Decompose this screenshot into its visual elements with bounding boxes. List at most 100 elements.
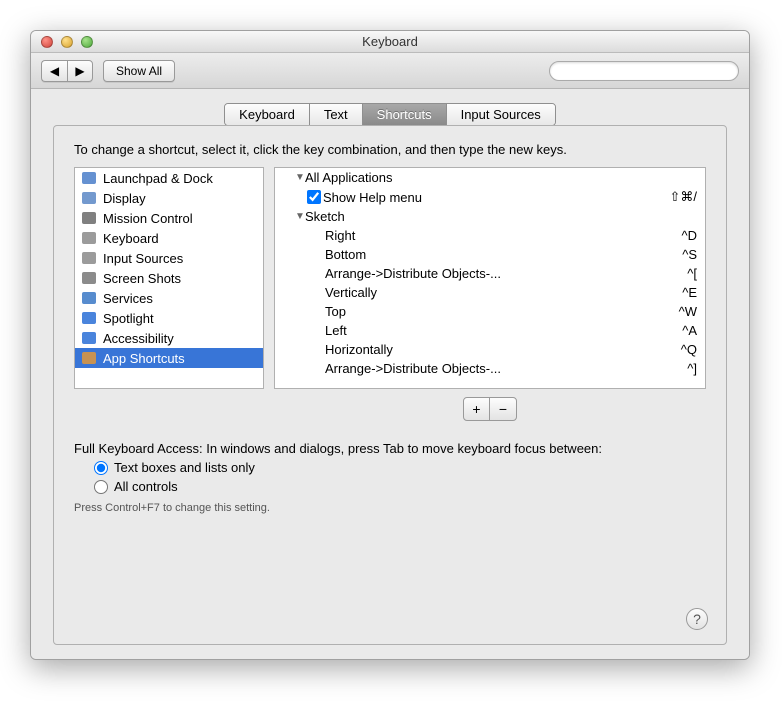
category-label: Input Sources — [103, 251, 183, 266]
shortcut-row[interactable]: Arrange->Distribute Objects-...^] — [275, 359, 705, 378]
shortcut-label: Arrange->Distribute Objects-... — [325, 361, 687, 376]
content-body: KeyboardTextShortcutsInput Sources To ch… — [31, 89, 749, 659]
access-heading: Full Keyboard Access: In windows and dia… — [74, 441, 706, 456]
category-screen-shots[interactable]: Screen Shots — [75, 268, 263, 288]
access-option-1[interactable]: All controls — [94, 479, 706, 494]
disclosure-triangle-icon[interactable]: ▼ — [295, 172, 305, 183]
services-icon — [81, 290, 97, 306]
category-services[interactable]: Services — [75, 288, 263, 308]
back-button[interactable]: ◀ — [41, 60, 67, 82]
enable-checkbox[interactable] — [307, 190, 321, 204]
shortcut-key[interactable]: ^E — [682, 285, 697, 300]
category-label: App Shortcuts — [103, 351, 185, 366]
shortcut-row[interactable]: Top^W — [275, 302, 705, 321]
shortcut-row[interactable]: Right^D — [275, 226, 705, 245]
group-label: Sketch — [305, 209, 697, 224]
access-radio[interactable] — [94, 480, 108, 494]
group-label: All Applications — [305, 170, 697, 185]
nav-group: ◀ ▶ — [41, 60, 93, 82]
back-icon: ◀ — [50, 64, 59, 78]
category-label: Spotlight — [103, 311, 154, 326]
tab-text[interactable]: Text — [310, 104, 363, 125]
group-all-applications[interactable]: ▼All Applications — [275, 168, 705, 187]
spotlight-icon — [81, 310, 97, 326]
category-label: Services — [103, 291, 153, 306]
add-remove-row: + − — [74, 397, 706, 421]
category-keyboard[interactable]: Keyboard — [75, 228, 263, 248]
shortcut-key[interactable]: ^[ — [687, 266, 697, 281]
shortcut-row[interactable]: Vertically^E — [275, 283, 705, 302]
access-option-label: All controls — [114, 479, 178, 494]
help-button[interactable]: ? — [686, 608, 708, 630]
window-title: Keyboard — [31, 34, 749, 49]
category-label: Display — [103, 191, 146, 206]
category-display[interactable]: Display — [75, 188, 263, 208]
shortcut-label: Vertically — [325, 285, 682, 300]
search-input[interactable] — [549, 61, 739, 81]
shortcut-key[interactable]: ⇧⌘/ — [669, 189, 697, 205]
category-list[interactable]: Launchpad & Dock Display Mission Control Ke… — [74, 167, 264, 389]
mission-icon — [81, 210, 97, 226]
display-icon — [81, 190, 97, 206]
category-launchpad-dock[interactable]: Launchpad & Dock — [75, 168, 263, 188]
access-hint: Press Control+F7 to change this setting. — [74, 502, 706, 514]
category-accessibility[interactable]: Accessibility — [75, 328, 263, 348]
shortcut-label: Show Help menu — [323, 190, 669, 205]
forward-button[interactable]: ▶ — [67, 60, 93, 82]
search-wrap — [549, 61, 739, 81]
shortcut-row[interactable]: Arrange->Distribute Objects-...^[ — [275, 264, 705, 283]
tabs: KeyboardTextShortcutsInput Sources — [224, 103, 556, 126]
keyboard-icon — [81, 230, 97, 246]
shortcut-row[interactable]: Show Help menu⇧⌘/ — [275, 187, 705, 207]
add-remove-group: + − — [463, 397, 517, 421]
shortcut-key[interactable]: ^D — [682, 228, 698, 243]
shortcut-row[interactable]: Horizontally^Q — [275, 340, 705, 359]
toolbar: ◀ ▶ Show All — [31, 53, 749, 89]
forward-icon: ▶ — [75, 64, 84, 78]
shortcut-list[interactable]: ▼All ApplicationsShow Help menu⇧⌘/▼Sketc… — [274, 167, 706, 389]
disclosure-triangle-icon[interactable]: ▼ — [295, 211, 305, 222]
category-label: Mission Control — [103, 211, 193, 226]
category-input-sources[interactable]: Input Sources — [75, 248, 263, 268]
titlebar: Keyboard — [31, 31, 749, 53]
category-spotlight[interactable]: Spotlight — [75, 308, 263, 328]
access-option-0[interactable]: Text boxes and lists only — [94, 460, 706, 475]
system-preferences-window: Keyboard ◀ ▶ Show All KeyboardTextShortc… — [30, 30, 750, 660]
remove-shortcut-button[interactable]: − — [490, 398, 516, 420]
shortcut-label: Right — [325, 228, 682, 243]
category-mission-control[interactable]: Mission Control — [75, 208, 263, 228]
shortcut-key[interactable]: ^A — [682, 323, 697, 338]
shortcut-label: Left — [325, 323, 682, 338]
group-sketch[interactable]: ▼Sketch — [275, 207, 705, 226]
show-all-button[interactable]: Show All — [103, 60, 175, 82]
shortcut-key[interactable]: ^Q — [681, 342, 697, 357]
category-label: Launchpad & Dock — [103, 171, 213, 186]
launchpad-icon — [81, 170, 97, 186]
category-label: Accessibility — [103, 331, 174, 346]
tab-input-sources[interactable]: Input Sources — [447, 104, 555, 125]
input-icon — [81, 250, 97, 266]
shortcut-label: Top — [325, 304, 679, 319]
tab-keyboard[interactable]: Keyboard — [225, 104, 310, 125]
app-icon — [81, 350, 97, 366]
shortcut-key[interactable]: ^] — [687, 361, 697, 376]
category-app-shortcuts[interactable]: App Shortcuts — [75, 348, 263, 368]
screenshot-icon — [81, 270, 97, 286]
accessibility-icon — [81, 330, 97, 346]
category-label: Keyboard — [103, 231, 159, 246]
shortcut-label: Horizontally — [325, 342, 681, 357]
access-radio[interactable] — [94, 461, 108, 475]
shortcut-row[interactable]: Bottom^S — [275, 245, 705, 264]
lists-row: Launchpad & Dock Display Mission Control Ke… — [74, 167, 706, 389]
category-label: Screen Shots — [103, 271, 181, 286]
shortcut-label: Bottom — [325, 247, 682, 262]
add-shortcut-button[interactable]: + — [464, 398, 490, 420]
shortcut-key[interactable]: ^S — [682, 247, 697, 262]
instructions-text: To change a shortcut, select it, click t… — [74, 142, 706, 157]
shortcut-label: Arrange->Distribute Objects-... — [325, 266, 687, 281]
tabs-row: KeyboardTextShortcutsInput Sources — [53, 103, 727, 126]
tab-shortcuts[interactable]: Shortcuts — [363, 104, 447, 125]
shortcut-row[interactable]: Left^A — [275, 321, 705, 340]
access-option-label: Text boxes and lists only — [114, 460, 255, 475]
shortcut-key[interactable]: ^W — [679, 304, 697, 319]
